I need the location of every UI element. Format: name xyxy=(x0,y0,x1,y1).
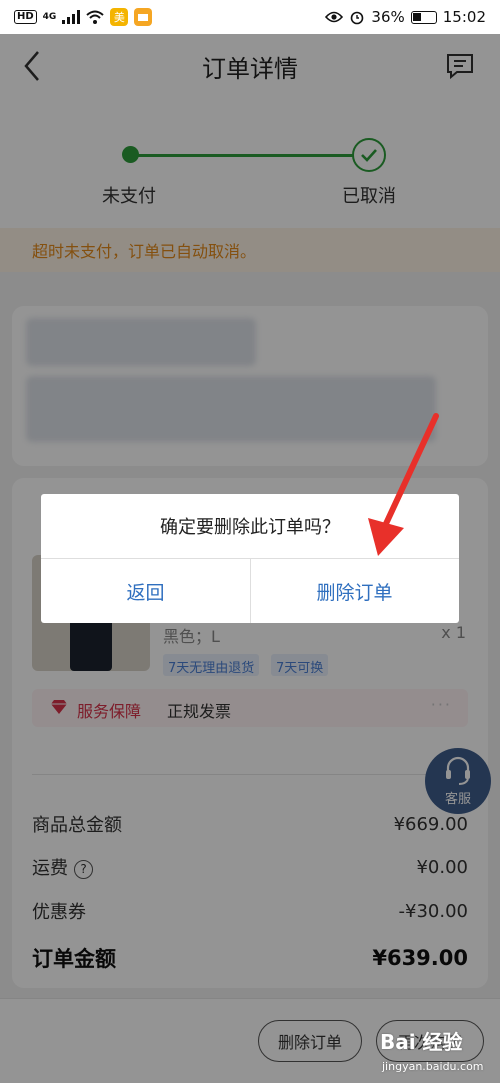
network-type: 4G xyxy=(42,12,57,22)
meituan-app-icon: 美 xyxy=(110,8,129,26)
battery-percent: 36% xyxy=(371,8,405,26)
wifi-icon xyxy=(86,10,104,24)
app-notification-icon xyxy=(134,8,153,26)
red-arrow-annotation xyxy=(368,413,439,556)
alarm-icon xyxy=(351,11,364,25)
watermark-url: jingyan.baidu.com xyxy=(382,1060,484,1073)
eye-icon xyxy=(325,11,344,23)
watermark-brand: Bai 经验 xyxy=(380,1030,463,1054)
clock: 15:02 xyxy=(442,8,486,26)
dialog-confirm-delete-button[interactable]: 删除订单 xyxy=(250,559,459,623)
status-bar: HD 4G 美 36% 15:02 xyxy=(0,0,500,34)
baidu-jingyan-watermark: Bai 经验 jingyan.baidu.com xyxy=(378,1026,498,1080)
dialog-cancel-button[interactable]: 返回 xyxy=(41,559,250,623)
battery-icon xyxy=(410,10,437,24)
hd-badge: HD xyxy=(14,10,37,24)
signal-icon xyxy=(62,10,81,24)
